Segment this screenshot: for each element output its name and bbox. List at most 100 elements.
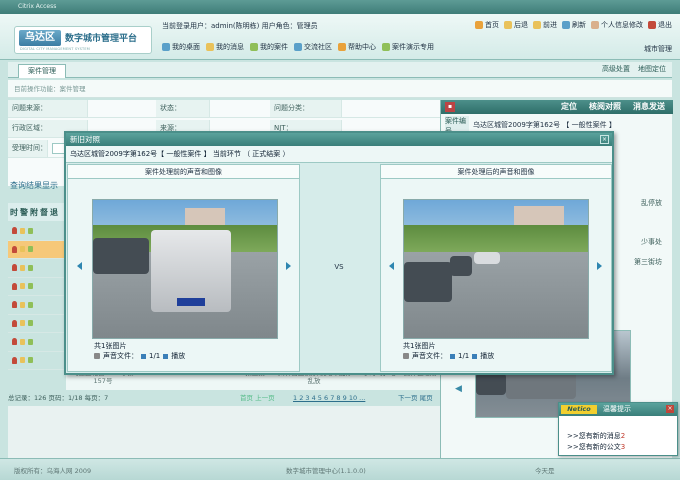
doc-icon	[28, 283, 33, 290]
case-no-value: 乌达区城管2009字第162号 【 一般性案件 】	[473, 121, 616, 129]
side-text: 第三街坊	[634, 258, 662, 266]
doc-icon	[28, 227, 33, 234]
accept-time-label: 受理时间：	[8, 140, 48, 157]
sound-index: 1/1	[149, 352, 161, 360]
nav-back[interactable]: 后退	[504, 20, 528, 30]
alarm-icon	[12, 282, 17, 290]
car-shape	[476, 373, 506, 395]
nav-logout[interactable]: 退出	[648, 20, 672, 30]
table-row[interactable]	[8, 296, 68, 315]
query-result-title: 查询结果显示	[10, 181, 58, 190]
panel-close-icon[interactable]: ▪	[445, 102, 455, 112]
prev-photo-icon[interactable]	[77, 262, 82, 270]
tab-actions: 高级处置 地图定位	[602, 64, 666, 74]
play-button[interactable]: 播放	[171, 351, 185, 361]
locate-link[interactable]: 定位	[561, 101, 577, 112]
table-row[interactable]	[8, 315, 68, 333]
case-icon	[250, 43, 258, 51]
after-title: 案件处理后的声音和图像	[381, 165, 611, 179]
right-panel-header: ▪ 定位 核阅对照 消息发送	[441, 100, 673, 114]
close-icon[interactable]: ×	[666, 405, 674, 413]
form-row: 问题来源： 状态： 问题分类：	[8, 100, 440, 118]
category-label: 问题分类：	[270, 100, 342, 117]
nav-community[interactable]: 交流社区	[294, 42, 332, 52]
nav-my-cases[interactable]: 我的案件	[250, 42, 288, 52]
forward-icon	[533, 21, 541, 29]
tab-case-management[interactable]: 案件管理	[18, 64, 66, 78]
nav-refresh[interactable]: 刷新	[562, 20, 586, 30]
alarm-icon	[12, 245, 17, 253]
side-text: 乱停放	[641, 199, 662, 207]
prev-sound-icon[interactable]	[450, 353, 455, 359]
nav-help[interactable]: 帮助中心	[338, 42, 376, 52]
nav-demo[interactable]: 案件演示专用	[382, 42, 434, 52]
map-locate-link[interactable]: 地图定位	[638, 64, 666, 74]
status-label: 状态：	[156, 100, 210, 117]
speaker-icon	[403, 353, 409, 359]
netico-logo: Netico	[561, 405, 597, 414]
city-management-link[interactable]: 城市管理	[644, 44, 672, 54]
compare-link[interactable]: 核阅对照	[589, 101, 621, 112]
send-message-link[interactable]: 消息发送	[633, 101, 665, 112]
col-attach: 附	[30, 207, 38, 217]
table-row[interactable]	[8, 222, 68, 241]
app-window: Citrix Access 乌达区 数字城市管理平台 DIGITAL CITY …	[0, 0, 680, 480]
table-row[interactable]	[8, 333, 68, 352]
after-sound: 声音文件： 1/1 播放	[403, 351, 494, 361]
pager-summary: 总记录：126 页码：1/18 每页：7	[8, 394, 109, 402]
table-row[interactable]	[8, 259, 68, 278]
car-shape	[93, 238, 149, 274]
notice-count: 2	[620, 432, 626, 440]
refresh-icon	[562, 21, 570, 29]
before-count: 共1张图片	[94, 342, 127, 350]
nav-forward[interactable]: 前进	[533, 20, 557, 30]
play-button[interactable]: 播放	[480, 351, 494, 361]
sound-label: 声音文件：	[412, 352, 447, 360]
next-photo-icon[interactable]	[597, 262, 602, 270]
nav-profile[interactable]: 个人信息修改	[591, 20, 643, 30]
table-row[interactable]	[8, 240, 68, 259]
new-document-link[interactable]: >>您有新的公文3	[567, 442, 625, 452]
nav-home[interactable]: 首页	[475, 20, 499, 30]
new-message-link[interactable]: >>您有新的消息2	[567, 431, 625, 441]
breadcrumb: 目前操作功能：案件管理	[8, 80, 672, 98]
panel-prev-arrow-icon[interactable]: ◀	[455, 384, 462, 394]
car-shape	[404, 262, 452, 302]
speaker-icon	[94, 353, 100, 359]
pager-first-prev[interactable]: 首页 上一页	[240, 392, 275, 404]
notice-count: 3	[620, 443, 626, 451]
lock-icon	[20, 357, 25, 364]
alarm-icon	[12, 338, 17, 346]
col-supervise: 督	[40, 207, 48, 217]
dialog-body: 案件处理前的声音和图像 共1张图片 声音文件： 1/1 播放 VS 案件处理后的…	[66, 163, 612, 373]
footer-center: 数字城市管理中心(1.1.0.0)	[286, 467, 366, 475]
user-info: 当前登录用户：admin(陈明栋) 用户角色：管理员	[162, 22, 318, 30]
pager-next-last[interactable]: 下一页 尾页	[398, 392, 433, 404]
top-nav: 首页 后退 前进 刷新 个人信息修改 退出	[475, 20, 672, 30]
advanced-handle-link[interactable]: 高级处置	[602, 64, 630, 74]
before-title: 案件处理前的声音和图像	[68, 165, 299, 179]
logo: 乌达区 数字城市管理平台 DIGITAL CITY MANAGEMENT SYS…	[14, 26, 152, 54]
lock-icon	[20, 246, 25, 253]
prev-photo-icon[interactable]	[389, 262, 394, 270]
help-icon	[338, 43, 346, 51]
close-icon[interactable]: ×	[600, 135, 609, 144]
dialog-title: 新旧对照	[66, 133, 612, 146]
car-shape	[474, 252, 500, 264]
before-column: 案件处理前的声音和图像 共1张图片 声音文件： 1/1 播放	[67, 164, 300, 372]
notice-text: >>您有新的消息	[567, 432, 621, 440]
home-icon	[475, 21, 483, 29]
next-photo-icon[interactable]	[286, 262, 291, 270]
table-row[interactable]	[8, 352, 68, 370]
play-icon[interactable]	[163, 353, 169, 359]
nav-my-desktop[interactable]: 我的桌面	[162, 42, 200, 52]
sound-label: 声音文件：	[103, 352, 138, 360]
table-row[interactable]	[8, 278, 68, 296]
lock-icon	[20, 227, 25, 234]
nav-my-messages[interactable]: 我的消息	[206, 42, 244, 52]
desktop-icon	[162, 43, 170, 51]
prev-sound-icon[interactable]	[141, 353, 146, 359]
doc-icon	[28, 246, 33, 253]
pager-pages[interactable]: 1 2 3 4 5 6 7 8 9 10 ...	[293, 392, 365, 404]
play-icon[interactable]	[472, 353, 478, 359]
